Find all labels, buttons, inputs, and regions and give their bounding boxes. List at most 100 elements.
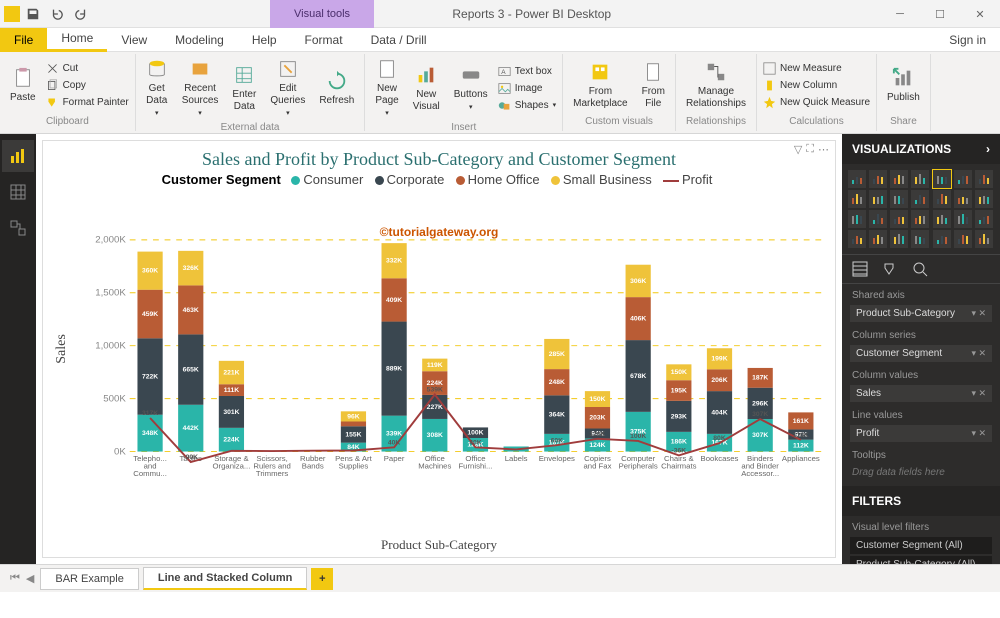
from-marketplace-button[interactable]: From Marketplace <box>569 59 631 112</box>
viz-type-icon[interactable] <box>911 210 929 228</box>
viz-type-icon[interactable] <box>954 230 972 248</box>
save-icon[interactable] <box>26 7 40 21</box>
viz-type-icon[interactable] <box>911 170 929 188</box>
viz-type-icon[interactable] <box>869 170 887 188</box>
tab-data-drill[interactable]: Data / Drill <box>357 28 441 52</box>
copy-button[interactable]: Copy <box>46 78 129 93</box>
filters-header[interactable]: FILTERS <box>842 486 1000 516</box>
refresh-button[interactable]: Refresh <box>315 68 358 109</box>
undo-icon[interactable] <box>50 7 64 21</box>
cut-button[interactable]: Cut <box>46 61 129 76</box>
tooltips-placeholder[interactable]: Drag data fields here <box>842 463 1000 482</box>
column-values-field[interactable]: Sales▾ ✕ <box>850 385 992 402</box>
main-area: ▽ ⛶ ⋯ Sales and Profit by Product Sub-Ca… <box>0 134 1000 564</box>
format-painter-button[interactable]: Format Painter <box>46 95 129 110</box>
viz-type-icon[interactable] <box>911 190 929 208</box>
fields-icon[interactable] <box>852 261 868 277</box>
get-data-button[interactable]: Get Data▾ <box>142 56 172 120</box>
viz-type-icon[interactable] <box>975 230 993 248</box>
tooltips-label: Tooltips <box>842 444 1000 463</box>
tab-view[interactable]: View <box>107 28 161 52</box>
publish-button[interactable]: Publish <box>883 65 924 106</box>
viz-type-icon[interactable] <box>890 230 908 248</box>
viz-type-icon[interactable] <box>890 170 908 188</box>
file-menu[interactable]: File <box>0 28 47 52</box>
from-file-button[interactable]: From File <box>638 59 669 112</box>
report-view-icon[interactable] <box>2 140 34 172</box>
shapes-button[interactable]: Shapes ▾ <box>498 98 556 113</box>
svg-text:1,000K: 1,000K <box>95 341 126 352</box>
focus-icon[interactable]: ⛶ <box>806 143 814 156</box>
sheet-tab-line-stacked[interactable]: Line and Stacked Column <box>143 567 307 590</box>
ribbon-share: Publish Share <box>877 54 931 131</box>
visualizations-header[interactable]: VISUALIZATIONS› <box>842 134 1000 164</box>
tab-home[interactable]: Home <box>47 28 107 52</box>
viz-type-icon[interactable] <box>954 190 972 208</box>
viz-type-icon[interactable] <box>848 210 866 228</box>
viz-type-icon[interactable] <box>869 210 887 228</box>
new-visual-button[interactable]: New Visual <box>409 62 444 115</box>
tab-format[interactable]: Format <box>291 28 357 52</box>
viz-type-icon[interactable] <box>975 190 993 208</box>
recent-sources-button[interactable]: Recent Sources▾ <box>178 56 223 120</box>
chart-visual[interactable]: ▽ ⛶ ⋯ Sales and Profit by Product Sub-Ca… <box>42 140 836 558</box>
line-values-field[interactable]: Profit▾ ✕ <box>850 425 992 442</box>
viz-type-icon[interactable] <box>848 230 866 248</box>
svg-text:285K: 285K <box>549 351 565 358</box>
svg-text:360K: 360K <box>142 268 158 275</box>
viz-type-icon[interactable] <box>869 230 887 248</box>
paste-button[interactable]: Paste <box>6 65 40 106</box>
viz-type-icon[interactable] <box>890 190 908 208</box>
new-measure-button[interactable]: New Measure <box>763 61 870 76</box>
new-page-button[interactable]: New Page▾ <box>371 56 402 120</box>
filter-product-subcategory[interactable]: Product Sub-Category (All) <box>850 556 992 564</box>
viz-type-icon[interactable] <box>869 190 887 208</box>
minimize-button[interactable]: ─ <box>880 0 920 28</box>
maximize-button[interactable]: ☐ <box>920 0 960 28</box>
edit-queries-button[interactable]: Edit Queries▾ <box>266 56 309 120</box>
ribbon-label: Calculations <box>763 114 870 129</box>
svg-text:332K: 332K <box>386 258 402 265</box>
tab-modeling[interactable]: Modeling <box>161 28 238 52</box>
tab-help[interactable]: Help <box>238 28 291 52</box>
viz-type-icon[interactable] <box>933 210 951 228</box>
add-sheet-button[interactable]: + <box>311 568 333 590</box>
redo-icon[interactable] <box>74 7 88 21</box>
viz-type-icon[interactable] <box>890 210 908 228</box>
enter-data-button[interactable]: Enter Data <box>228 62 260 115</box>
viz-type-icon[interactable] <box>975 170 993 188</box>
filter-customer-segment[interactable]: Customer Segment (All) <box>850 537 992 554</box>
model-view-icon[interactable] <box>2 212 34 244</box>
viz-type-icon[interactable] <box>848 190 866 208</box>
column-series-field[interactable]: Customer Segment▾ ✕ <box>850 345 992 362</box>
shared-axis-field[interactable]: Product Sub-Category▾ ✕ <box>850 305 992 322</box>
first-sheet-icon[interactable]: ⏮ <box>8 570 22 587</box>
image-button[interactable]: Image <box>498 81 556 96</box>
buttons-button[interactable]: Buttons▾ <box>450 62 492 114</box>
svg-text:Bookcases: Bookcases <box>701 454 739 463</box>
format-icon[interactable] <box>882 261 898 277</box>
new-column-button[interactable]: New Column <box>763 78 870 93</box>
viz-type-icon[interactable] <box>933 230 951 248</box>
analytics-icon[interactable] <box>912 261 928 277</box>
prev-sheet-icon[interactable]: ◀ <box>24 570 36 587</box>
viz-type-icon[interactable] <box>954 170 972 188</box>
textbox-button[interactable]: AText box <box>498 64 556 79</box>
report-canvas[interactable]: ▽ ⛶ ⋯ Sales and Profit by Product Sub-Ca… <box>36 134 842 564</box>
viz-type-icon[interactable] <box>848 170 866 188</box>
viz-type-icon[interactable] <box>975 210 993 228</box>
sign-in-link[interactable]: Sign in <box>949 33 986 47</box>
close-button[interactable]: ✕ <box>960 0 1000 28</box>
ribbon-label: Clipboard <box>6 114 129 129</box>
viz-type-icon[interactable] <box>954 210 972 228</box>
manage-relationships-button[interactable]: Manage Relationships <box>682 59 750 112</box>
new-quick-measure-button[interactable]: New Quick Measure <box>763 95 870 110</box>
sheet-tab-bar-example[interactable]: BAR Example <box>40 568 138 590</box>
viz-type-icon[interactable] <box>933 190 951 208</box>
svg-text:301K: 301K <box>223 409 239 416</box>
viz-type-icon[interactable] <box>911 230 929 248</box>
viz-type-icon[interactable] <box>933 170 951 188</box>
data-view-icon[interactable] <box>2 176 34 208</box>
more-icon[interactable]: ⋯ <box>818 143 829 156</box>
filter-icon[interactable]: ▽ <box>794 143 802 156</box>
